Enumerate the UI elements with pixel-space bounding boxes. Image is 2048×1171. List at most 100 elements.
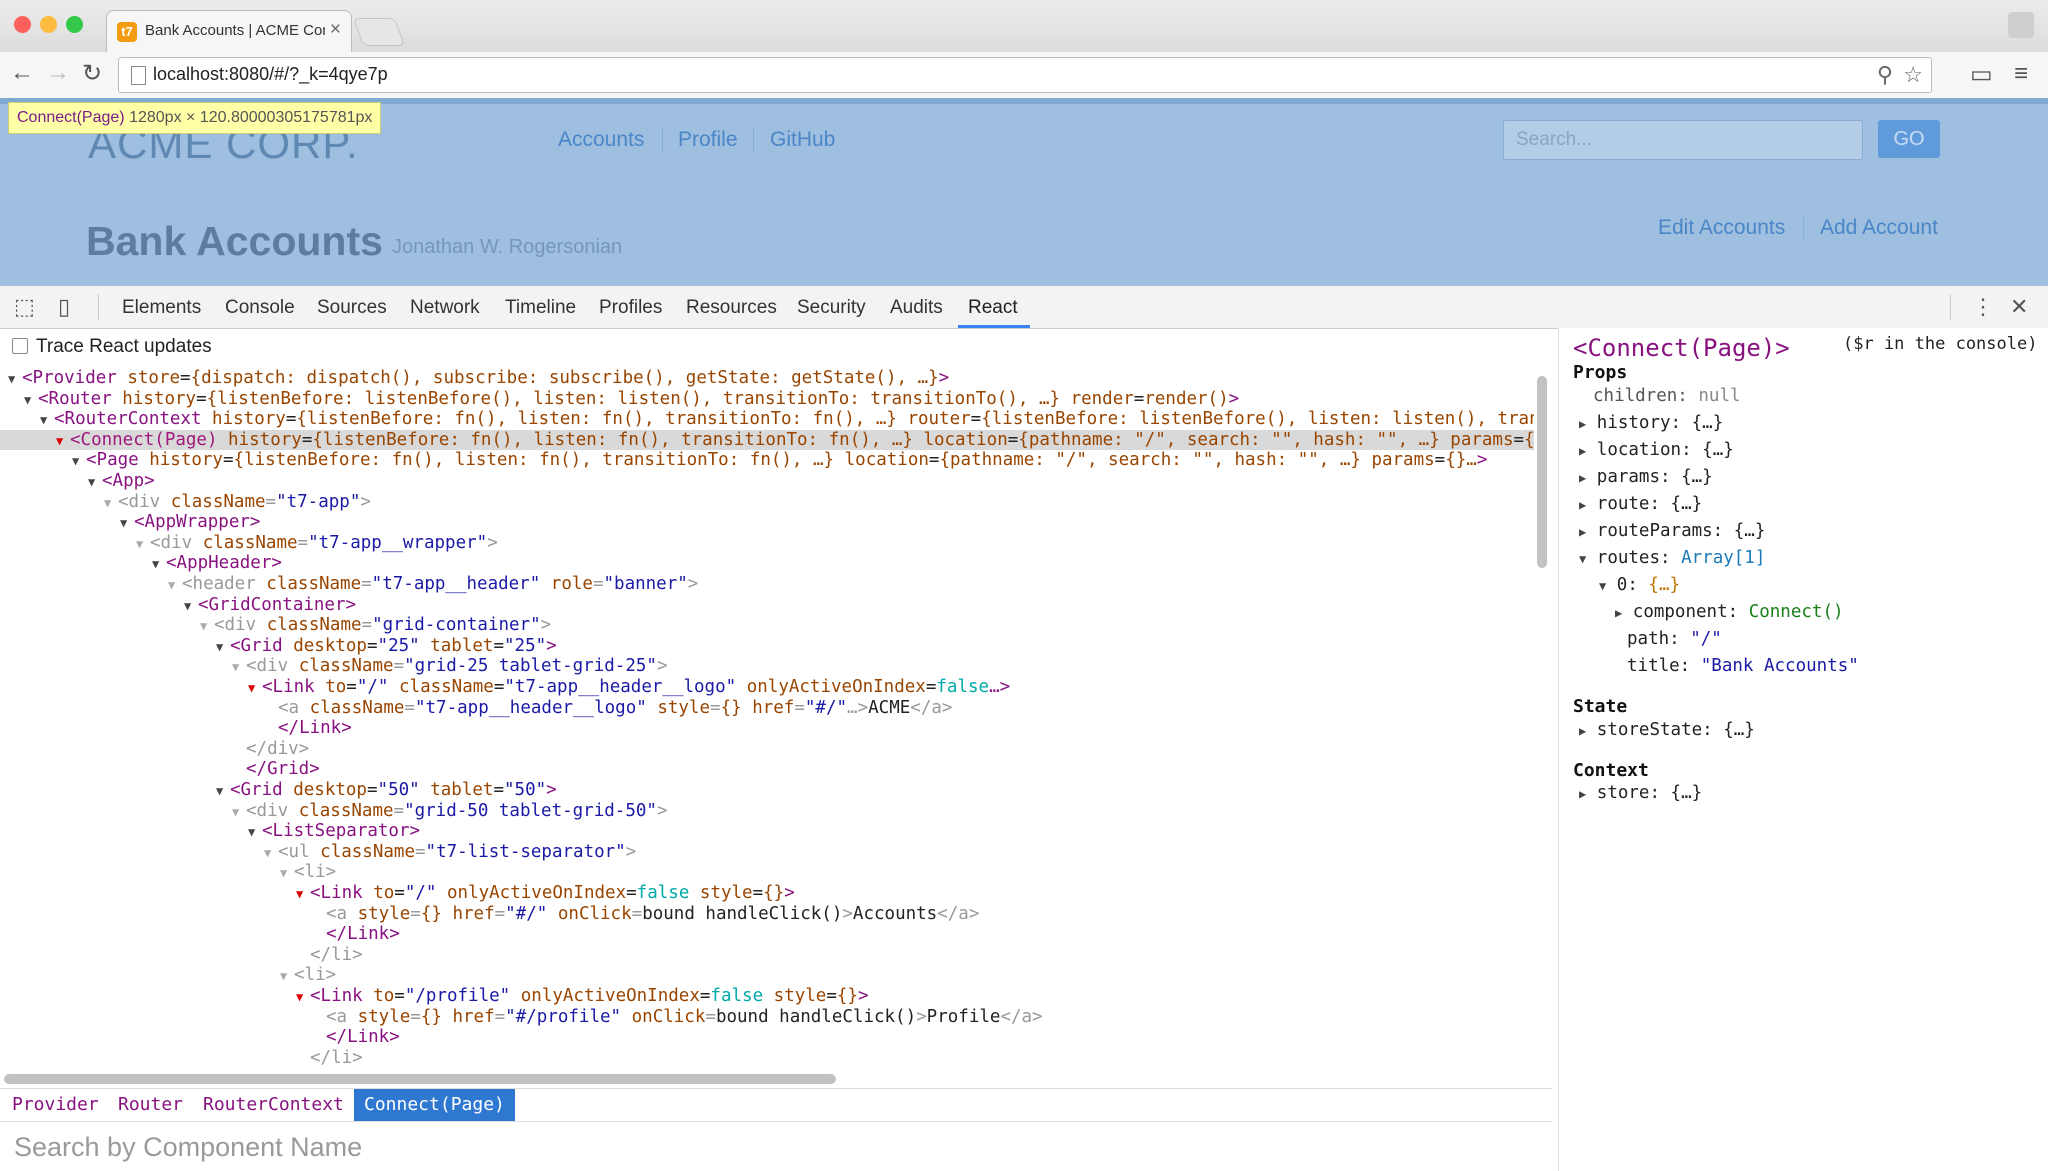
tree-row[interactable]: ▼ <Link to="/" onlyActiveOnIndex=false st…	[0, 883, 795, 904]
edit-accounts-link[interactable]: Edit Accounts	[1658, 216, 1785, 240]
collapse-triangle-icon[interactable]: ▼	[1579, 552, 1586, 566]
close-devtools-icon[interactable]: ✕	[2010, 294, 2028, 320]
tree-toggle-icon[interactable]: ▼	[248, 678, 262, 699]
tab-resources[interactable]: Resources	[686, 297, 777, 319]
tree-toggle-icon[interactable]: ▼	[264, 843, 278, 864]
minimize-window-button[interactable]	[40, 16, 57, 33]
tree-row[interactable]: </Grid>	[0, 759, 320, 780]
trace-checkbox[interactable]	[12, 338, 28, 354]
prop-row-history[interactable]: ▶ history: {…}	[1579, 413, 1723, 433]
tree-toggle-icon[interactable]: ▼	[296, 987, 310, 1008]
zoom-icon[interactable]: ⚲	[1877, 62, 1893, 88]
tree-row[interactable]: <a style={} href="#/" onClick=bound hand…	[0, 904, 979, 925]
prop-row-routes-0[interactable]: ▼ 0: {…}	[1599, 575, 1680, 595]
tree-toggle-icon[interactable]: ▼	[280, 863, 294, 884]
forward-arrow-icon[interactable]: →	[46, 59, 70, 87]
tab-audits[interactable]: Audits	[890, 297, 943, 319]
tab-sources[interactable]: Sources	[317, 297, 387, 319]
tree-row[interactable]: ▼ <AppHeader>	[0, 553, 282, 574]
prop-row-routes[interactable]: ▼ routes: Array[1]	[1579, 548, 1765, 568]
component-tree[interactable]: ▼ <Provider store={dispatch: dispatch(), …	[0, 368, 1534, 1068]
tree-toggle-icon[interactable]: ▼	[216, 781, 230, 802]
prop-row-component[interactable]: ▶ component: Connect()	[1615, 602, 1844, 622]
expand-triangle-icon[interactable]: ▶	[1615, 606, 1622, 620]
expand-triangle-icon[interactable]: ▶	[1579, 787, 1586, 801]
tree-row[interactable]: ▼ <RouterContext history={listenBefore: f…	[0, 409, 1534, 430]
tree-row[interactable]: </li>	[0, 1048, 363, 1068]
tree-toggle-icon[interactable]: ▼	[88, 472, 102, 493]
tree-toggle-icon[interactable]: ▼	[200, 616, 214, 637]
tree-row[interactable]: ▼ <AppWrapper>	[0, 512, 260, 533]
tree-toggle-icon[interactable]: ▼	[248, 822, 262, 843]
tree-row[interactable]: ▼ <header className="t7-app__header" role…	[0, 574, 698, 595]
tree-row[interactable]: ▼ <div className="grid-50 tablet-grid-50"…	[0, 801, 667, 822]
trace-react-updates[interactable]: Trace React updates	[12, 336, 212, 358]
tree-toggle-icon[interactable]: ▼	[184, 596, 198, 617]
tab-elements[interactable]: Elements	[122, 297, 201, 319]
expand-triangle-icon[interactable]: ▶	[1579, 471, 1586, 485]
expand-triangle-icon[interactable]: ▶	[1579, 724, 1586, 738]
tree-toggle-icon[interactable]: ▼	[8, 369, 22, 390]
address-bar[interactable]: localhost:8080/#/?_k=4qye7p ⚲ ☆	[118, 57, 1932, 93]
menu-icon[interactable]: ≡	[2014, 60, 2028, 88]
tree-row[interactable]: ▼ <li>	[0, 965, 336, 986]
tree-row[interactable]: ▼ <Provider store={dispatch: dispatch(), …	[0, 368, 949, 389]
tab-network[interactable]: Network	[410, 297, 480, 319]
nav-github[interactable]: GitHub	[770, 128, 835, 152]
device-mode-icon[interactable]: ▯	[58, 294, 70, 320]
tree-toggle-icon[interactable]: ▼	[136, 534, 150, 555]
browser-tab[interactable]: t7 Bank Accounts | ACME Cor ×	[106, 10, 352, 53]
breadcrumb-provider[interactable]: Provider	[2, 1089, 109, 1121]
close-tab-icon[interactable]: ×	[330, 19, 341, 41]
tab-timeline[interactable]: Timeline	[505, 297, 576, 319]
tree-row[interactable]: ▼ <Grid desktop="25" tablet="25">	[0, 636, 557, 657]
tree-row[interactable]: ▼ <li>	[0, 862, 336, 883]
tab-profiles[interactable]: Profiles	[599, 297, 662, 319]
context-row-store[interactable]: ▶ store: {…}	[1579, 783, 1702, 803]
tree-row[interactable]: ▼ <GridContainer>	[0, 595, 356, 616]
tree-row[interactable]: ▼ <div className="grid-container">	[0, 615, 551, 636]
expand-triangle-icon[interactable]: ▶	[1579, 417, 1586, 431]
tree-row[interactable]: </li>	[0, 945, 363, 966]
tree-toggle-icon[interactable]: ▼	[168, 575, 182, 596]
tree-toggle-icon[interactable]: ▼	[232, 802, 246, 823]
more-options-icon[interactable]: ⋮	[1972, 294, 1994, 320]
back-arrow-icon[interactable]: ←	[10, 59, 34, 87]
tree-toggle-icon[interactable]: ▼	[104, 493, 118, 514]
maximize-window-button[interactable]	[66, 16, 83, 33]
go-button[interactable]: GO	[1878, 120, 1940, 158]
tree-row[interactable]: ▼ <Router history={listenBefore: listenBe…	[0, 389, 1239, 410]
tree-row[interactable]: ▼ <div className="grid-25 tablet-grid-25"…	[0, 656, 667, 677]
breadcrumb-routercontext[interactable]: RouterContext	[193, 1089, 354, 1121]
tree-row[interactable]: </Link>	[0, 718, 352, 739]
component-search-input[interactable]: Search by Component Name	[14, 1132, 362, 1163]
tree-toggle-icon[interactable]: ▼	[296, 884, 310, 905]
app-search-input[interactable]: Search...	[1503, 120, 1863, 160]
tree-toggle-icon[interactable]: ▼	[280, 966, 294, 987]
tree-row[interactable]: <a style={} href="#/profile" onClick=bou…	[0, 1007, 1043, 1028]
nav-profile[interactable]: Profile	[678, 128, 738, 152]
tree-toggle-icon[interactable]: ▼	[152, 554, 166, 575]
profile-icon[interactable]	[2008, 12, 2034, 38]
tree-row[interactable]: ▼ <Connect(Page) history={listenBefore: f…	[0, 429, 1534, 452]
collapse-triangle-icon[interactable]: ▼	[1599, 579, 1606, 593]
tree-row[interactable]: ▼ <Link to="/" className="t7-app__header_…	[0, 677, 1010, 698]
tree-row[interactable]: ▼ <Page history={listenBefore: fn(), list…	[0, 450, 1487, 471]
bookmark-star-icon[interactable]: ☆	[1903, 62, 1923, 88]
expand-triangle-icon[interactable]: ▶	[1579, 498, 1586, 512]
tab-react[interactable]: React	[968, 297, 1018, 319]
tree-row[interactable]: ▼ <ul className="t7-list-separator">	[0, 842, 636, 863]
inspect-element-icon[interactable]: ⬚	[14, 294, 35, 320]
tab-console[interactable]: Console	[225, 297, 295, 319]
tree-row[interactable]: ▼ <ListSeparator>	[0, 821, 420, 842]
tree-row[interactable]: ▼ <div className="t7-app__wrapper">	[0, 533, 498, 554]
prop-row-params[interactable]: ▶ params: {…}	[1579, 467, 1713, 487]
prop-row-routeparams[interactable]: ▶ routeParams: {…}	[1579, 521, 1765, 541]
reload-icon[interactable]: ↻	[82, 59, 102, 88]
tree-toggle-icon[interactable]: ▼	[56, 431, 70, 452]
tree-row[interactable]: ▼ <App>	[0, 471, 155, 492]
expand-triangle-icon[interactable]: ▶	[1579, 525, 1586, 539]
horizontal-scrollbar[interactable]	[4, 1074, 836, 1084]
tree-row[interactable]: <a className="t7-app__header__logo" styl…	[0, 698, 952, 719]
tree-toggle-icon[interactable]: ▼	[120, 513, 134, 534]
